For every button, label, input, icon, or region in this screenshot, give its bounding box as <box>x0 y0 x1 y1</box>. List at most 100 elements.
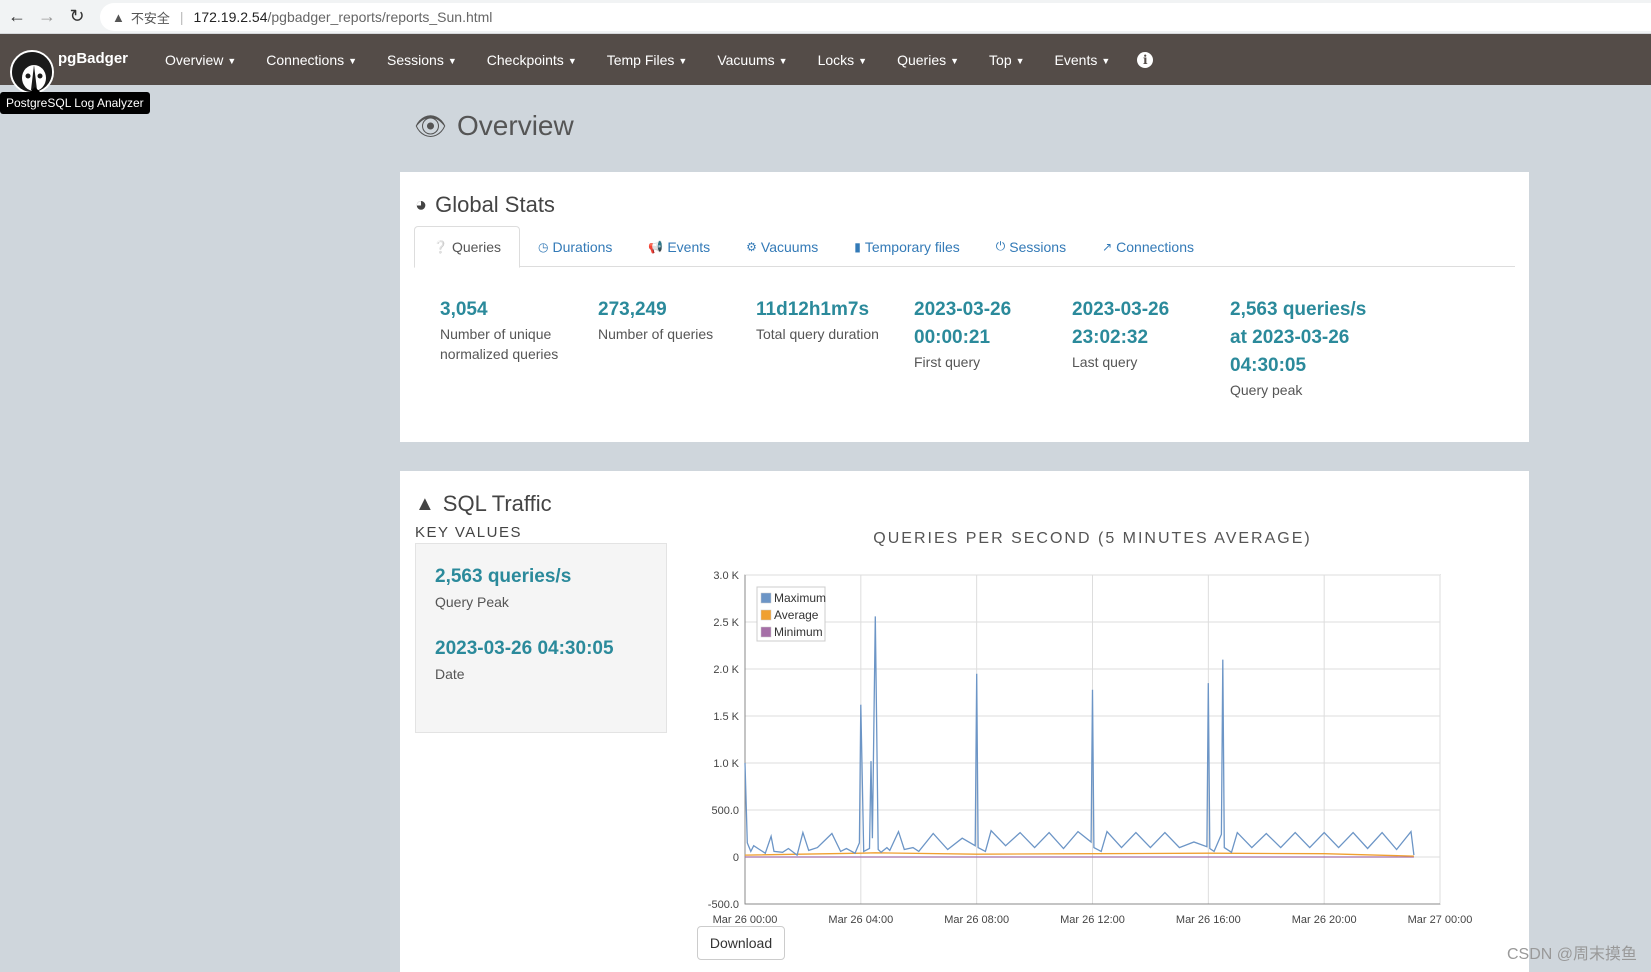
x-tick-label: Mar 26 12:00 <box>1060 914 1125 923</box>
power-icon: ⏻ <box>995 239 1006 253</box>
tab-events[interactable]: 📢 Events <box>630 226 728 267</box>
menu-queries[interactable]: Queries ▼ <box>882 52 974 68</box>
back-arrow-icon[interactable]: ← <box>4 4 30 30</box>
warning-icon: ▲ <box>112 9 125 25</box>
legend-label: Maximum <box>774 591 826 605</box>
y-tick-label: 2.0 K <box>713 664 739 676</box>
query-peak-label: Query Peak <box>435 594 509 610</box>
nav-menu: Overview ▼ Connections ▼ Sessions ▼ Checkpo… <box>150 34 1154 85</box>
question-circle-icon: ❔ <box>433 240 448 254</box>
tab-vacuums[interactable]: ⚙ Vacuums <box>728 226 836 267</box>
stat-value: 273,249 <box>598 299 667 320</box>
legend-swatch <box>760 609 772 621</box>
download-button[interactable]: Download <box>697 926 785 960</box>
page-title: 👁 Overview <box>414 110 574 142</box>
menu-locks[interactable]: Locks ▼ <box>803 52 883 68</box>
global-stats-heading: ◕ Global Stats <box>415 192 555 218</box>
menu-sessions[interactable]: Sessions ▼ <box>372 52 472 68</box>
sql-traffic-heading: ▲ SQL Traffic <box>415 491 552 517</box>
forward-arrow-icon[interactable]: → <box>34 4 60 30</box>
queries-per-second-chart: QUERIES PER SECOND (5 MINUTES AVERAGE) -5… <box>670 523 1530 926</box>
global-stats-title: Global Stats <box>435 192 555 217</box>
stat-label: Query peak <box>1230 382 1303 398</box>
tab-sessions[interactable]: ⏻ Sessions <box>978 226 1084 267</box>
stats-row: 3,054 Number of unique normalized querie… <box>440 296 1388 400</box>
reload-icon[interactable]: ↻ <box>64 4 90 30</box>
tab-durations[interactable]: ◷ Durations <box>520 226 630 267</box>
brand-tooltip: PostgreSQL Log Analyzer <box>0 87 150 114</box>
stat-first-query: 2023-03-26 00:00:21 First query <box>914 296 1072 400</box>
brand-name[interactable]: pgBadger <box>58 50 128 67</box>
menu-events[interactable]: Events ▼ <box>1040 52 1126 68</box>
y-tick-label: -500.0 <box>708 899 739 911</box>
y-tick-label: 1.5 K <box>713 711 739 723</box>
stat-value: 2,563 queries/s at 2023-03-26 04:30:05 <box>1230 299 1367 376</box>
stat-label: First query <box>914 354 981 370</box>
stat-total-duration: 11d12h1m7s Total query duration <box>756 296 914 400</box>
x-tick-label: Mar 26 08:00 <box>944 914 1009 923</box>
road-icon: ▲ <box>415 492 435 515</box>
url-separator: | <box>179 9 184 25</box>
info-icon[interactable]: i <box>1137 51 1154 68</box>
global-stats-panel: ◕ Global Stats ❔ Queries ◷ Durations 📢 Even… <box>400 172 1529 442</box>
peak-date-value: 2023-03-26 04:30:05 <box>435 638 614 659</box>
sql-traffic-title: SQL Traffic <box>442 491 552 516</box>
tab-temporary-files[interactable]: ▮ Temporary files <box>836 226 978 267</box>
stat-value: 2023-03-26 00:00:21 <box>914 299 1012 348</box>
watermark: CSDN @周末摸鱼 <box>1506 946 1637 963</box>
legend-swatch <box>760 626 772 638</box>
sql-traffic-panel: ▲ SQL Traffic KEY VALUES 2,563 queries/s… <box>400 471 1529 972</box>
stat-value: 11d12h1m7s <box>756 299 870 320</box>
file-icon: ▮ <box>854 239 861 254</box>
menu-top[interactable]: Top ▼ <box>974 52 1040 68</box>
clock-icon: ◷ <box>537 239 549 254</box>
stat-label: Number of unique normalized queries <box>440 326 559 362</box>
chart-svg: QUERIES PER SECOND (5 MINUTES AVERAGE) -5… <box>708 530 1473 926</box>
key-values-box: 2,563 queries/s Query Peak 2023-03-26 04… <box>415 543 667 733</box>
query-peak-value: 2,563 queries/s <box>435 566 572 587</box>
legend-label: Average <box>774 608 819 622</box>
tab-queries[interactable]: ❔ Queries <box>414 226 520 268</box>
menu-temp-files[interactable]: Temp Files ▼ <box>592 52 703 68</box>
stat-value: 2023-03-26 23:02:32 <box>1072 299 1170 348</box>
x-tick-label: Mar 26 04:00 <box>828 914 893 923</box>
x-tick-label: Mar 26 16:00 <box>1176 914 1241 923</box>
y-tick-label: 1.0 K <box>713 758 739 770</box>
x-tick-label: Mar 27 00:00 <box>1408 914 1473 923</box>
key-values-title: KEY VALUES <box>415 524 522 541</box>
chart-title: QUERIES PER SECOND (5 MINUTES AVERAGE) <box>873 530 1311 547</box>
stat-label: Last query <box>1072 354 1138 370</box>
x-tick-label: Mar 26 00:00 <box>713 914 778 923</box>
tab-connections[interactable]: ↗ Connections <box>1084 226 1212 267</box>
stat-value: 3,054 <box>440 299 488 320</box>
stat-number-of-queries: 273,249 Number of queries <box>598 296 756 400</box>
legend-label: Minimum <box>774 625 823 639</box>
y-tick-label: 0 <box>733 852 739 864</box>
y-tick-label: 2.5 K <box>713 617 739 629</box>
stat-label: Total query duration <box>756 326 879 342</box>
address-bar[interactable]: ▲ 不安全 | 172.19.2.54/pgbadger_reports/rep… <box>100 3 1651 31</box>
x-tick-label: Mar 26 20:00 <box>1292 914 1357 923</box>
browser-toolbar: ← → ↻ ▲ 不安全 | 172.19.2.54/pgbadger_repor… <box>0 0 1651 34</box>
external-link-icon: ↗ <box>1102 239 1113 254</box>
y-tick-label: 500.0 <box>711 805 739 817</box>
stat-last-query: 2023-03-26 23:02:32 Last query <box>1072 296 1230 400</box>
url-host: 172.19.2.54 <box>193 9 268 25</box>
menu-connections[interactable]: Connections ▼ <box>251 52 372 68</box>
stat-label: Number of queries <box>598 326 714 342</box>
legend-swatch <box>760 592 772 604</box>
stat-unique-queries: 3,054 Number of unique normalized querie… <box>440 296 598 400</box>
eye-icon: 👁 <box>414 110 448 141</box>
menu-vacuums[interactable]: Vacuums ▼ <box>702 52 802 68</box>
menu-checkpoints[interactable]: Checkpoints ▼ <box>472 52 592 68</box>
peak-date-label: Date <box>435 666 465 682</box>
bullhorn-icon: 📢 <box>648 239 664 254</box>
y-tick-label: 3.0 K <box>713 570 739 582</box>
global-stats-tabs: ❔ Queries ◷ Durations 📢 Events ⚙ Vacuums ▮ Te… <box>414 226 1515 268</box>
insecure-label: 不安全 <box>130 10 170 26</box>
gears-icon: ⚙ <box>746 239 757 254</box>
page-title-text: Overview <box>457 110 574 141</box>
menu-overview[interactable]: Overview ▼ <box>150 52 251 68</box>
url-path: /pgbadger_reports/reports_Sun.html <box>267 9 493 25</box>
stat-query-peak: 2,563 queries/s at 2023-03-26 04:30:05 Q… <box>1230 296 1388 400</box>
